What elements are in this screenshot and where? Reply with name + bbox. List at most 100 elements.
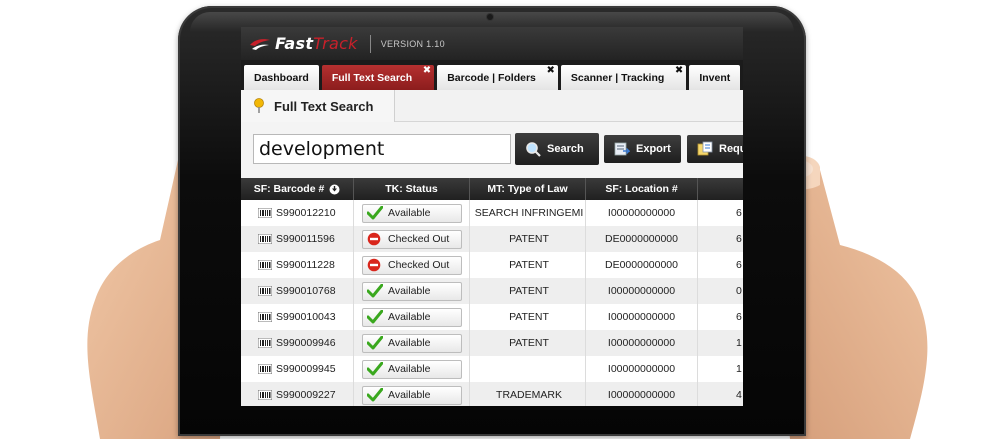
column-header-status[interactable]: TK: Status — [354, 178, 470, 200]
status-badge[interactable]: Checked Out — [362, 229, 462, 249]
column-header-type-of-law[interactable]: MT: Type of Law — [470, 178, 586, 200]
tab-bar: Dashboard Full Text Search ✖ Barcode | F… — [241, 60, 743, 90]
page-title: Full Text Search — [274, 98, 374, 114]
barcode-icon — [258, 208, 272, 218]
barcode-cell[interactable]: S990009227 — [241, 382, 354, 406]
table-body: S990012210 Available SEARCH INFRINGEMI I000… — [241, 200, 743, 406]
fasttrack-logo[interactable]: FastTrack — [249, 34, 358, 53]
extra-cell: 1 — [698, 330, 743, 356]
extra-cell: 6 — [698, 252, 743, 278]
table-row[interactable]: S990012210 Available SEARCH INFRINGEMI I000… — [241, 200, 743, 226]
tab-label: Invent — [699, 71, 731, 84]
barcode-icon — [258, 338, 272, 348]
search-input[interactable] — [253, 134, 511, 164]
tab-label: Dashboard — [254, 71, 309, 84]
status-cell: Available — [354, 330, 470, 356]
barcode-icon — [258, 286, 272, 296]
status-badge[interactable]: Available — [362, 359, 462, 379]
request-button[interactable]: Requ — [687, 135, 743, 163]
barcode-cell[interactable]: S990010043 — [241, 304, 354, 330]
barcode-cell[interactable]: S990011596 — [241, 226, 354, 252]
tablet-screen: FastTrack VERSION 1.10 Dashboard Full Te… — [241, 27, 743, 406]
request-icon — [697, 141, 713, 156]
close-icon[interactable]: ✖ — [423, 66, 431, 76]
barcode-cell[interactable]: S990010768 — [241, 278, 354, 304]
status-badge[interactable]: Checked Out — [362, 255, 462, 275]
export-button[interactable]: Export — [604, 135, 681, 163]
barcode-cell[interactable]: S990009946 — [241, 330, 354, 356]
status-label: Checked Out — [388, 259, 450, 271]
extra-cell: 0 — [698, 278, 743, 304]
app-header: FastTrack VERSION 1.10 — [241, 27, 743, 60]
tab-dashboard[interactable]: Dashboard — [244, 65, 319, 90]
table-row[interactable]: S990010043 Available PATENT I00000000000 6 — [241, 304, 743, 330]
type-of-law-cell: TRADEMARK — [470, 382, 586, 406]
page-title-panel: Full Text Search — [241, 90, 395, 122]
status-cell: Available — [354, 356, 470, 382]
logo-text: FastTrack — [275, 34, 358, 53]
location-cell: I00000000000 — [586, 330, 698, 356]
sort-descending-icon[interactable] — [329, 184, 340, 195]
status-label: Available — [388, 285, 431, 297]
checkmark-icon — [367, 362, 383, 376]
barcode-icon — [258, 390, 272, 400]
type-of-law-cell: PATENT — [470, 226, 586, 252]
export-icon — [614, 142, 630, 156]
status-cell: Available — [354, 200, 470, 226]
location-cell: I00000000000 — [586, 278, 698, 304]
close-icon[interactable]: ✖ — [547, 66, 555, 76]
extra-cell: 6 — [698, 200, 743, 226]
barcode-value: S990010043 — [276, 311, 336, 323]
type-of-law-cell — [470, 356, 586, 382]
search-button-label: Search — [547, 143, 584, 155]
barcode-icon — [258, 364, 272, 374]
table-row[interactable]: S990009227 Available TRADEMARK I00000000000… — [241, 382, 743, 406]
version-label: VERSION 1.10 — [380, 38, 445, 49]
status-badge[interactable]: Available — [362, 307, 462, 327]
barcode-cell[interactable]: S990011228 — [241, 252, 354, 278]
type-of-law-cell: PATENT — [470, 252, 586, 278]
status-badge[interactable]: Available — [362, 281, 462, 301]
status-badge[interactable]: Available — [362, 333, 462, 353]
tab-label: Full Text Search — [331, 71, 413, 84]
barcode-cell[interactable]: S990009945 — [241, 356, 354, 382]
barcode-value: S990012210 — [276, 207, 336, 219]
page-title-bar: Full Text Search — [241, 90, 743, 122]
pin-icon — [254, 98, 264, 113]
table-row[interactable]: S990009945 Available I00000000000 1 — [241, 356, 743, 382]
checkmark-icon — [367, 310, 383, 324]
status-label: Available — [388, 363, 431, 375]
tab-scanner-tracking[interactable]: Scanner | Tracking ✖ — [560, 65, 687, 90]
tab-label: Barcode | Folders — [447, 71, 536, 84]
barcode-cell[interactable]: S990012210 — [241, 200, 354, 226]
barcode-value: S990011228 — [276, 259, 335, 271]
column-header-extra[interactable]: C — [698, 178, 743, 200]
location-cell: DE0000000000 — [586, 226, 698, 252]
tab-inventory[interactable]: Invent — [689, 65, 741, 90]
search-icon — [526, 142, 541, 157]
status-badge[interactable]: Available — [362, 203, 462, 223]
status-cell: Checked Out — [354, 226, 470, 252]
table-row[interactable]: S990010768 Available PATENT I00000000000 0 — [241, 278, 743, 304]
table-row[interactable]: S990009946 Available PATENT I00000000000 1 — [241, 330, 743, 356]
status-cell: Available — [354, 304, 470, 330]
column-header-location[interactable]: SF: Location # — [586, 178, 698, 200]
barcode-icon — [258, 260, 272, 270]
status-cell: Available — [354, 278, 470, 304]
column-header-barcode[interactable]: SF: Barcode # — [241, 178, 354, 200]
table-row[interactable]: S990011596 Checked Out PATENT DE0000000000 6 — [241, 226, 743, 252]
close-icon[interactable]: ✖ — [675, 66, 683, 76]
tab-full-text-search[interactable]: Full Text Search ✖ — [321, 65, 435, 90]
status-label: Available — [388, 389, 431, 401]
table-row[interactable]: S990011228 Checked Out PATENT DE0000000000 6 — [241, 252, 743, 278]
no-entry-icon — [367, 232, 381, 246]
search-button[interactable]: Search — [515, 133, 599, 165]
status-cell: Available — [354, 382, 470, 406]
extra-cell: 6 — [698, 304, 743, 330]
checkmark-icon — [367, 388, 383, 402]
export-button-label: Export — [636, 143, 671, 155]
table-header: SF: Barcode # TK: Status MT: Type of Law… — [241, 178, 743, 200]
tab-barcode-folders[interactable]: Barcode | Folders ✖ — [437, 65, 558, 90]
location-cell: I00000000000 — [586, 356, 698, 382]
status-badge[interactable]: Available — [362, 385, 462, 405]
